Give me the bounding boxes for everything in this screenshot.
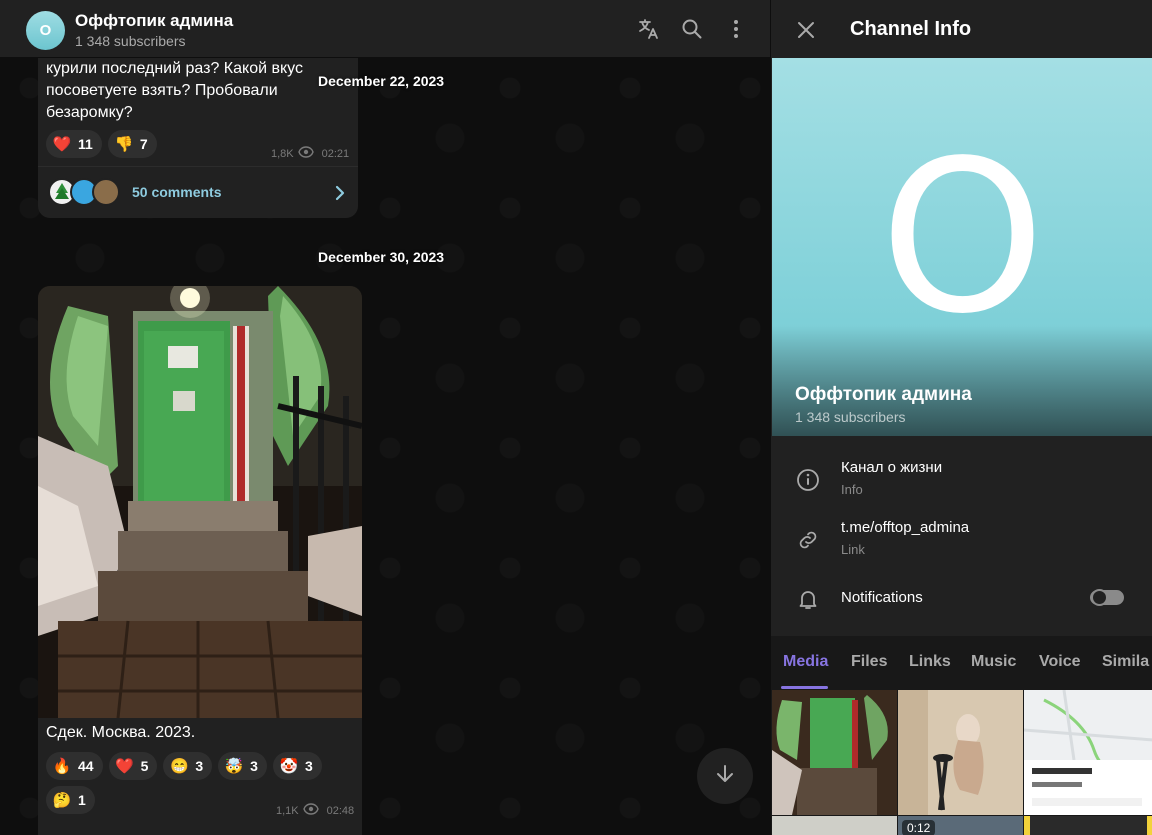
media-tabs: Media Files Links Music Voice Simila <box>771 636 1152 690</box>
channel-title[interactable]: Оффтопик админа <box>75 11 233 31</box>
eye-icon <box>302 803 319 818</box>
video-duration: 0:12 <box>902 820 936 835</box>
media-thumbnail[interactable] <box>898 690 1023 815</box>
tab-files[interactable]: Files <box>851 653 887 671</box>
reaction-grin[interactable]: 😁 3 <box>163 752 213 780</box>
close-icon[interactable] <box>791 15 821 45</box>
search-icon[interactable] <box>677 14 707 44</box>
reaction-mind-blown[interactable]: 🤯 3 <box>218 752 267 780</box>
reactions-row: ❤️ 11 👎 7 <box>46 130 157 158</box>
view-count: 1,1K <box>276 804 299 817</box>
reaction-count: 1 <box>78 792 86 808</box>
tab-similar[interactable]: Simila <box>1102 653 1149 671</box>
info-icon <box>795 467 821 493</box>
heart-emoji: ❤️ <box>52 136 72 153</box>
message-photo[interactable] <box>38 286 362 718</box>
media-thumbnail[interactable]: 0:12 <box>898 816 1023 835</box>
description-label: Info <box>841 482 863 497</box>
channel-name: Оффтопик админа <box>795 384 972 405</box>
subscriber-count: 1 348 subscribers <box>795 409 906 425</box>
clown-emoji: 🤡 <box>279 758 299 775</box>
media-thumbnail[interactable] <box>1024 816 1152 835</box>
tab-links[interactable]: Links <box>909 653 951 671</box>
notifications-toggle[interactable] <box>1090 589 1124 606</box>
description-text: Канал о жизни <box>841 459 943 476</box>
reaction-count: 5 <box>140 758 149 774</box>
commenter-avatars <box>48 178 128 208</box>
media-grid: 0:12 <box>771 690 1152 835</box>
subscriber-count: 1 348 subscribers <box>75 33 186 49</box>
toggle-knob <box>1091 589 1108 606</box>
thumbs-down-emoji: 👎 <box>114 136 134 153</box>
reaction-thinking[interactable]: 🤔 1 <box>46 786 95 814</box>
message-text: курили последний раз? Какой вкус посовет… <box>46 60 303 121</box>
thinking-emoji: 🤔 <box>52 792 72 809</box>
date-separator: December 30, 2023 <box>318 249 445 265</box>
reaction-count: 3 <box>304 758 313 774</box>
avatar <box>92 178 120 206</box>
fire-emoji: 🔥 <box>52 758 72 775</box>
reaction-clown[interactable]: 🤡 3 <box>272 752 322 780</box>
message-meta: 1,8K 02:21 <box>271 146 349 161</box>
reaction-count: 3 <box>195 758 204 774</box>
chat-header[interactable]: O Оффтопик админа 1 348 subscribers <box>0 0 770 58</box>
reaction-fire[interactable]: 🔥 44 <box>46 752 103 780</box>
more-vertical-icon[interactable] <box>721 14 751 44</box>
reaction-heart[interactable]: ❤️ 11 <box>46 130 102 158</box>
grin-emoji: 😁 <box>170 758 189 775</box>
bell-icon <box>795 586 821 612</box>
message-meta: 1,1K 02:48 <box>276 803 354 818</box>
channel-info-panel: Channel Info O Оффтопик админа 1 348 sub… <box>770 0 1152 835</box>
panel-title: Channel Info <box>850 18 972 40</box>
channel-avatar[interactable]: O <box>26 11 65 50</box>
media-thumbnail[interactable] <box>772 690 897 815</box>
notifications-label: Notifications <box>841 589 923 606</box>
telegram-window: курили последний раз? Какой вкус посовет… <box>0 0 1152 835</box>
link-label: Link <box>841 542 865 557</box>
active-tab-indicator <box>781 686 828 689</box>
reaction-heart[interactable]: ❤️ 5 <box>108 752 158 780</box>
cover-letter: O <box>879 115 1046 360</box>
chat-area: курили последний раз? Какой вкус посовет… <box>0 0 770 835</box>
tab-media[interactable]: Media <box>783 653 828 671</box>
channel-cover[interactable]: O Оффтопик админа 1 348 subscribers <box>772 58 1152 436</box>
photo-caption: Сдек. Москва. 2023. <box>46 724 196 741</box>
link-icon <box>795 527 821 553</box>
tab-voice[interactable]: Voice <box>1039 653 1081 671</box>
view-count: 1,8K <box>271 147 294 160</box>
message-bubble[interactable]: курили последний раз? Какой вкус посовет… <box>38 40 358 218</box>
date-separator: December 22, 2023 <box>318 73 445 89</box>
scroll-down-button[interactable] <box>697 748 753 804</box>
reaction-thumbs-down[interactable]: 👎 7 <box>107 130 157 158</box>
tab-music[interactable]: Music <box>971 653 1016 671</box>
chevron-right-icon <box>332 183 348 203</box>
reaction-count: 3 <box>250 758 258 774</box>
heart-emoji: ❤️ <box>115 758 134 775</box>
mind-blown-emoji: 🤯 <box>224 758 244 775</box>
reaction-count: 7 <box>139 136 148 152</box>
eye-icon <box>297 146 314 161</box>
panel-header: Channel Info <box>771 0 1152 58</box>
comments-label: 50 comments <box>132 184 222 200</box>
channel-link: t.me/offtop_admina <box>841 519 970 536</box>
arrow-down-icon <box>714 763 736 790</box>
translate-icon[interactable] <box>634 14 664 44</box>
reaction-count: 44 <box>78 758 94 774</box>
media-thumbnail[interactable] <box>772 816 897 835</box>
message-bubble[interactable]: Сдек. Москва. 2023. 🔥 44 ❤️ 5 😁 3 🤯 3 🤡 … <box>38 286 362 835</box>
message-time: 02:48 <box>326 804 355 817</box>
info-row-link[interactable]: t.me/offtop_admina Link <box>771 510 1152 570</box>
info-row-description[interactable]: Канал о жизни Info <box>771 450 1152 510</box>
message-time: 02:21 <box>321 147 350 160</box>
media-thumbnail[interactable] <box>1024 690 1152 815</box>
reaction-count: 11 <box>78 136 93 152</box>
comments-button[interactable]: 50 comments <box>38 166 358 218</box>
